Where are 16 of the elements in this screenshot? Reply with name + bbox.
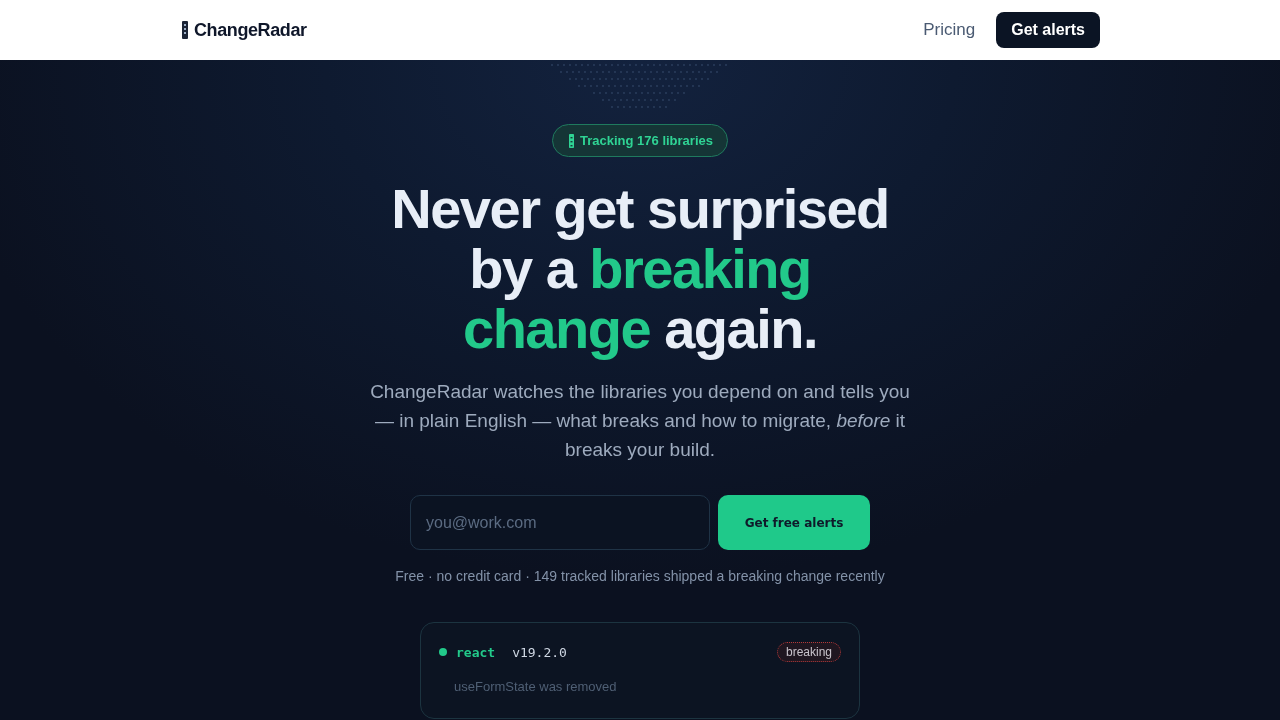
nav-link[interactable]: Pricing <box>923 20 976 40</box>
package-version: v19.2.0 <box>512 644 567 660</box>
package-name: react <box>456 644 496 660</box>
fine-print: Free · no credit card · 149 tracked libraries shipped a breaking change recently <box>395 568 885 584</box>
gauge-bar-icon <box>569 133 574 148</box>
get-alerts-button[interactable]: Get alerts <box>996 12 1100 48</box>
status-dot-icon <box>439 648 447 656</box>
change-summary: useFormState was removed <box>453 679 618 694</box>
email-input-field[interactable]: you@work.com <box>410 495 710 550</box>
logo-icon <box>182 21 188 39</box>
change-tag: breaking <box>776 642 841 662</box>
hero-headline: Never get surprised by a breaking change again. <box>390 179 890 359</box>
brand-name[interactable]: ChangeRadar <box>194 19 307 41</box>
hero-description: ChangeRadar watches the libraries you depend on and tells you — in plain English — what breaks and how to migrate, before it breaks your build. <box>369 380 911 462</box>
get-free-alerts-button[interactable]: Get free alerts <box>718 495 870 550</box>
badge-text: Tracking 176 libraries <box>580 133 713 148</box>
